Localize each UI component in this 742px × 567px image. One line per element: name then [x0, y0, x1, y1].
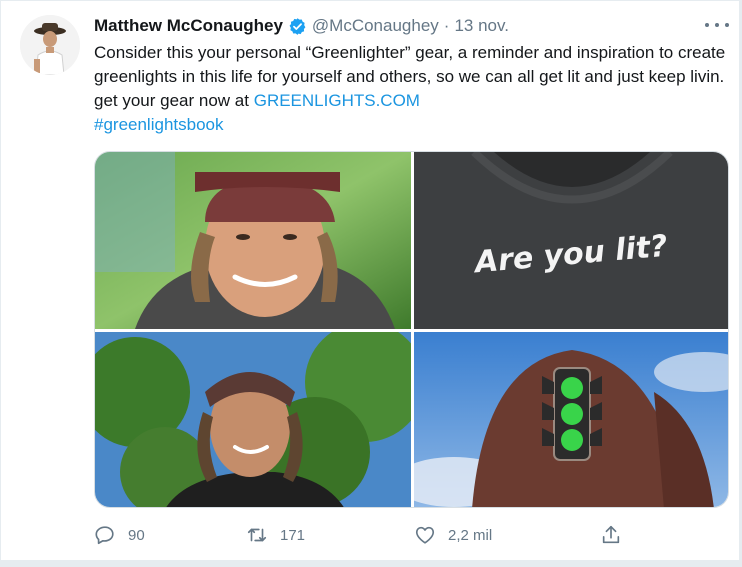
- media-photo-2[interactable]: Are you lit?: [414, 152, 728, 329]
- tweet-text: Consider this your personal “Greenlighte…: [94, 41, 729, 137]
- retweet-button[interactable]: 171: [246, 522, 305, 548]
- more-options-icon[interactable]: [705, 18, 729, 32]
- like-count: 2,2 mil: [448, 526, 493, 544]
- retweet-count: 171: [280, 526, 306, 544]
- reply-icon: [94, 524, 116, 546]
- share-icon: [600, 524, 622, 546]
- author-name[interactable]: Matthew McConaughey: [94, 16, 283, 36]
- tweet-hashtag[interactable]: #greenlightsbook: [94, 115, 223, 134]
- tweet-card[interactable]: Matthew McConaughey @McConaughey · 13 no…: [0, 0, 740, 561]
- avatar[interactable]: [20, 15, 80, 75]
- tweet-actions: 90 171 2,2 mil: [94, 522, 634, 548]
- author-handle[interactable]: @McConaughey: [312, 16, 439, 36]
- like-button[interactable]: 2,2 mil: [414, 522, 492, 548]
- media-photo-3[interactable]: [95, 332, 411, 507]
- reply-count: 90: [128, 526, 145, 544]
- reply-button[interactable]: 90: [94, 522, 145, 548]
- tweet-link[interactable]: GREENLIGHTS.COM: [254, 91, 420, 110]
- retweet-icon: [246, 524, 268, 546]
- heart-icon: [414, 524, 436, 546]
- avatar-image: [20, 15, 80, 75]
- media-photo-1[interactable]: [95, 152, 411, 329]
- share-button[interactable]: [600, 522, 634, 548]
- tweet-date[interactable]: 13 nov.: [454, 16, 509, 36]
- media-photo-4[interactable]: [414, 332, 728, 507]
- media-grid: Are you lit?: [94, 151, 729, 508]
- tweet-header: Matthew McConaughey @McConaughey · 13 no…: [94, 14, 509, 38]
- separator-dot: ·: [443, 16, 450, 35]
- verified-badge-icon: [288, 17, 307, 36]
